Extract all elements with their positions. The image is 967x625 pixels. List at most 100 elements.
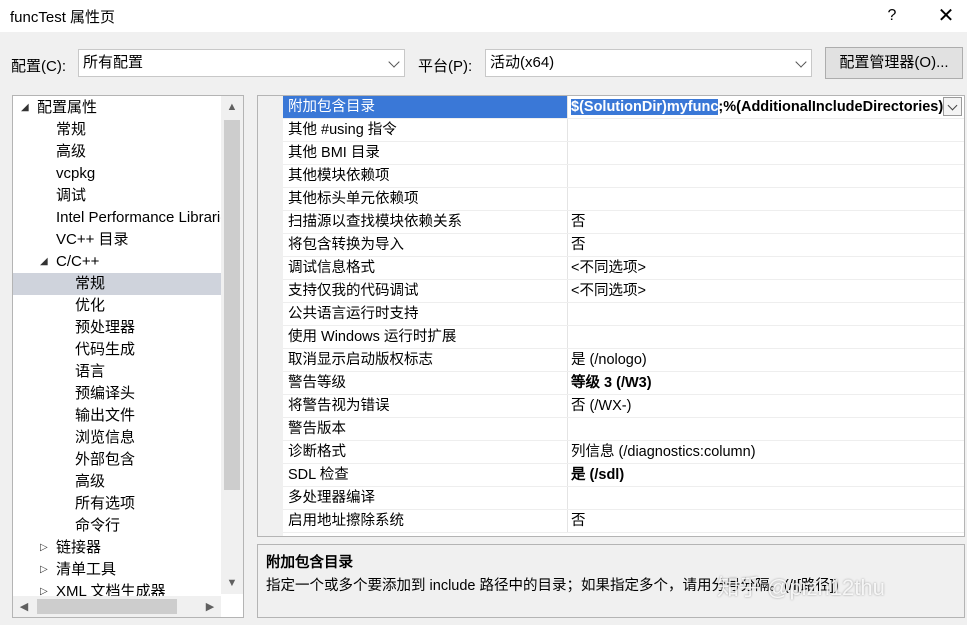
property-name: 使用 Windows 运行时扩展	[288, 329, 457, 345]
property-grid[interactable]: 附加包含目录 $(SolutionDir)myfunc;%(AdditionalI…	[257, 95, 965, 537]
property-row[interactable]: 多处理器编译	[283, 487, 964, 510]
tree-item[interactable]: 外部包含	[13, 449, 221, 471]
tree-item[interactable]: 常规	[13, 119, 221, 141]
property-value[interactable]: <不同选项>	[567, 280, 964, 302]
config-value: 所有配置	[83, 54, 144, 71]
property-row[interactable]: 其他 BMI 目录	[283, 142, 964, 165]
property-value[interactable]	[567, 142, 964, 164]
property-row[interactable]: 其他 #using 指令	[283, 119, 964, 142]
tree-item[interactable]: 浏览信息	[13, 427, 221, 449]
property-value[interactable]	[567, 418, 964, 440]
tree-hscroll-thumb[interactable]	[37, 599, 177, 614]
property-row[interactable]: 警告版本	[283, 418, 964, 441]
value-dropdown-button[interactable]	[943, 97, 962, 116]
property-name: 公共语言运行时支持	[288, 306, 419, 322]
property-row[interactable]: 诊断格式 列信息 (/diagnostics:column)	[283, 441, 964, 464]
scroll-right-icon[interactable]: ▶	[199, 596, 221, 617]
property-name: 警告等级	[288, 375, 346, 391]
property-value[interactable]: 否	[567, 211, 964, 233]
config-dropdown[interactable]: 所有配置	[78, 49, 405, 77]
tree-scroll-thumb[interactable]	[224, 120, 240, 490]
chevron-down-icon	[947, 100, 958, 111]
property-value[interactable]	[567, 303, 964, 325]
tree-item-label: 配置属性	[37, 99, 98, 116]
expanded-arrow-icon[interactable]: ◢	[40, 251, 48, 273]
tree-item[interactable]: 语言	[13, 361, 221, 383]
property-row[interactable]: 其他标头单元依赖项	[283, 188, 964, 211]
configuration-manager-button[interactable]: 配置管理器(O)...	[825, 47, 963, 79]
property-value[interactable]	[567, 165, 964, 187]
property-row[interactable]: 附加包含目录 $(SolutionDir)myfunc;%(AdditionalI…	[283, 96, 964, 119]
property-name: 其他 BMI 目录	[288, 145, 380, 161]
tree-item[interactable]: VC++ 目录	[13, 229, 221, 251]
tree-item[interactable]: 预编译头	[13, 383, 221, 405]
property-value[interactable]	[567, 188, 964, 210]
tree-item[interactable]: Intel Performance Libraries	[13, 207, 221, 229]
collapsed-arrow-icon[interactable]: ▷	[40, 559, 48, 581]
property-value[interactable]	[567, 119, 964, 141]
tree-item[interactable]: 常规	[13, 273, 221, 295]
property-row[interactable]: 调试信息格式 <不同选项>	[283, 257, 964, 280]
property-row[interactable]: 将包含转换为导入 否	[283, 234, 964, 257]
property-value[interactable]: 是 (/sdl)	[567, 464, 964, 486]
tree-item[interactable]: 调试	[13, 185, 221, 207]
close-button[interactable]: ✕	[932, 4, 960, 28]
tree-item[interactable]: 代码生成	[13, 339, 221, 361]
property-name: 附加包含目录	[288, 99, 375, 115]
tree-item[interactable]: ◢ 配置属性	[13, 97, 221, 119]
property-value[interactable]: <不同选项>	[567, 257, 964, 279]
tree-item-label: 代码生成	[75, 341, 136, 358]
collapsed-arrow-icon[interactable]: ▷	[40, 537, 48, 559]
property-row[interactable]: SDL 检查 是 (/sdl)	[283, 464, 964, 487]
property-row[interactable]: 警告等级 等级 3 (/W3)	[283, 372, 964, 395]
tree-item[interactable]: 高级	[13, 471, 221, 493]
property-value[interactable]: $(SolutionDir)myfunc;%(AdditionalInclude…	[567, 96, 943, 118]
property-row[interactable]: 将警告视为错误 否 (/WX-)	[283, 395, 964, 418]
platform-value: 活动(x64)	[490, 54, 555, 71]
tree-item[interactable]: ◢ C/C++	[13, 251, 221, 273]
property-row[interactable]: 公共语言运行时支持	[283, 303, 964, 326]
property-name: 其他标头单元依赖项	[288, 191, 419, 207]
tree-item[interactable]: 所有选项	[13, 493, 221, 515]
property-row[interactable]: 支持仅我的代码调试 <不同选项>	[283, 280, 964, 303]
property-value-text: 否	[571, 513, 586, 529]
property-value[interactable]	[567, 487, 964, 509]
tree-item[interactable]: vcpkg	[13, 163, 221, 185]
tree-item[interactable]: 高级	[13, 141, 221, 163]
property-row[interactable]: 使用 Windows 运行时扩展	[283, 326, 964, 349]
property-value[interactable]: 列信息 (/diagnostics:column)	[567, 441, 964, 463]
tree-item[interactable]: 输出文件	[13, 405, 221, 427]
tree-item[interactable]: 命令行	[13, 515, 221, 537]
property-value[interactable]	[567, 326, 964, 348]
tree-item[interactable]: 预处理器	[13, 317, 221, 339]
property-value[interactable]: 是 (/nologo)	[567, 349, 964, 371]
property-value-text: 否 (/WX-)	[571, 398, 632, 414]
tree-item-label: 命令行	[75, 517, 121, 534]
platform-dropdown[interactable]: 活动(x64)	[485, 49, 812, 77]
tree-item[interactable]: 优化	[13, 295, 221, 317]
property-value[interactable]: 否	[567, 510, 964, 532]
property-value[interactable]: 等级 3 (/W3)	[567, 372, 964, 394]
title-bar	[0, 0, 967, 32]
tree-item[interactable]: ▷ 链接器	[13, 537, 221, 559]
property-row[interactable]: 扫描源以查找模块依赖关系 否	[283, 211, 964, 234]
config-label: 配置(C):	[11, 58, 66, 75]
expanded-arrow-icon[interactable]: ◢	[21, 97, 29, 119]
property-value[interactable]: 否 (/WX-)	[567, 395, 964, 417]
scroll-down-icon[interactable]: ▼	[221, 572, 243, 594]
property-value[interactable]: 否	[567, 234, 964, 256]
property-row[interactable]: 其他模块依赖项	[283, 165, 964, 188]
property-row[interactable]: 启用地址擦除系统 否	[283, 510, 964, 533]
help-button[interactable]: ?	[878, 4, 906, 28]
tree-item-label: Intel Performance Libraries	[56, 209, 221, 226]
property-name: 取消显示启动版权标志	[288, 352, 433, 368]
scroll-up-icon[interactable]: ▲	[221, 96, 243, 118]
tree-item[interactable]: ▷ 清单工具	[13, 559, 221, 581]
property-tree[interactable]: ◢ 配置属性 常规 高级 vcpkg 调试 Intel Performance Librar…	[12, 95, 244, 618]
property-value-text: 列信息 (/diagnostics:column)	[571, 444, 756, 460]
tree-item-label: 常规	[75, 275, 106, 292]
property-name: 扫描源以查找模块依赖关系	[288, 214, 462, 230]
property-row[interactable]: 取消显示启动版权标志 是 (/nologo)	[283, 349, 964, 372]
scroll-left-icon[interactable]: ◀	[13, 596, 35, 617]
property-name: 支持仅我的代码调试	[288, 283, 419, 299]
